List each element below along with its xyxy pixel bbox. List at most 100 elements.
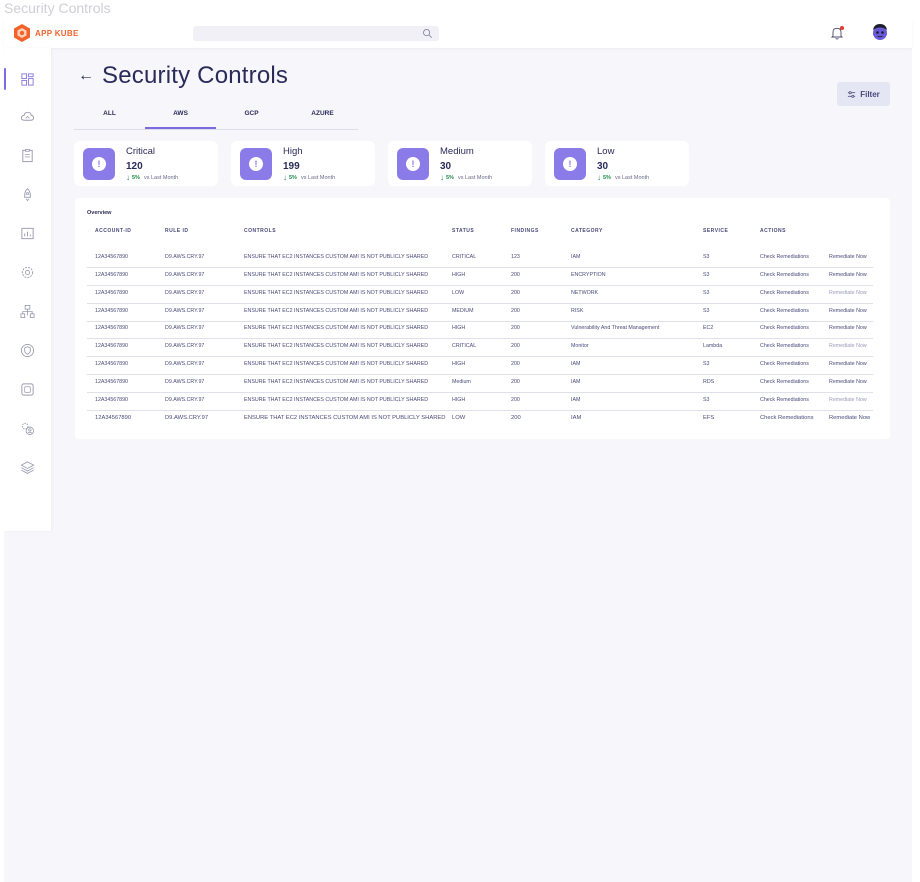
table-row[interactable]: 12A34567890 D9.AWS.CRY.97 ENSURE THAT EC…	[87, 321, 873, 339]
stat-value: 30	[597, 161, 609, 172]
table-row[interactable]: 12A34567890 D9.AWS.CRY.97 ENSURE THAT EC…	[87, 393, 873, 411]
service-cell: EC2	[703, 325, 714, 331]
report-icon[interactable]	[20, 226, 35, 241]
avatar[interactable]	[870, 22, 890, 42]
check-remediations-link[interactable]: Check Remediations	[760, 415, 814, 421]
control-cell: ENSURE THAT EC2 INSTANCES CUSTOM AMI IS …	[244, 343, 429, 349]
remediate-now-link[interactable]: Remediate Now	[829, 379, 867, 385]
findings-cell: 200	[511, 325, 520, 331]
account-id-cell: 12A34567890	[95, 397, 128, 403]
network-icon[interactable]	[20, 304, 35, 319]
control-cell: ENSURE THAT EC2 INSTANCES CUSTOM AMI IS …	[244, 415, 446, 421]
status-cell: HIGH	[452, 361, 466, 367]
app-logo[interactable]: APP KUBE	[12, 23, 79, 43]
control-cell: ENSURE THAT EC2 INSTANCES CUSTOM AMI IS …	[244, 325, 429, 331]
stat-card-low[interactable]: ! Low 30 ↓ 5% vs Last Month	[545, 141, 689, 186]
stat-label: High	[283, 146, 303, 157]
box-icon[interactable]	[20, 382, 35, 397]
tab-gcp[interactable]: GCP	[216, 107, 287, 129]
remediate-now-link[interactable]: Remediate Now	[829, 254, 867, 260]
alert-icon: !	[397, 148, 429, 180]
stat-label: Low	[597, 146, 615, 157]
shield-icon[interactable]	[20, 343, 35, 358]
status-cell: LOW	[452, 415, 466, 421]
findings-cell: 200	[511, 415, 521, 421]
back-arrow-icon[interactable]: ←	[78, 67, 94, 85]
table-row[interactable]: 12A34567890 D9.AWS.CRY.97 ENSURE THAT EC…	[87, 250, 873, 268]
tab-all[interactable]: ALL	[74, 107, 145, 129]
table-row[interactable]: 12A34567890 D9.AWS.CRY.97 ENSURE THAT EC…	[87, 339, 873, 357]
category-cell: IAM	[571, 361, 581, 367]
service-cell: S3	[703, 254, 710, 260]
account-id-cell: 12A34567890	[95, 361, 128, 367]
clipboard-icon[interactable]	[20, 148, 35, 163]
check-remediations-link[interactable]: Check Remediations	[760, 343, 809, 349]
rule-id-cell: D9.AWS.CRY.97	[165, 254, 205, 260]
rule-id-cell: D9.AWS.CRY.97	[165, 290, 205, 296]
account-id-cell: 12A34567890	[95, 379, 128, 385]
check-remediations-link[interactable]: Check Remediations	[760, 379, 809, 385]
control-cell: ENSURE THAT EC2 INSTANCES CUSTOM AMI IS …	[244, 290, 429, 296]
stat-card-critical[interactable]: ! Critical 120 ↓ 5% vs Last Month	[74, 141, 218, 186]
overview-title: Overview	[87, 210, 112, 216]
table-row[interactable]: 12A34567890 D9.AWS.CRY.97 ENSURE THAT EC…	[87, 268, 873, 286]
category-cell: IAM	[571, 254, 581, 260]
table-row[interactable]: 12A34567890 D9.AWS.CRY.97 ENSURE THAT EC…	[87, 304, 873, 322]
remediate-now-link[interactable]: Remediate Now	[829, 290, 867, 296]
cloud-icon[interactable]	[20, 109, 35, 124]
findings-cell: 200	[511, 361, 520, 367]
check-remediations-link[interactable]: Check Remediations	[760, 290, 809, 296]
tab-aws[interactable]: AWS	[145, 107, 216, 129]
search-input[interactable]	[193, 26, 439, 41]
users-gear-icon[interactable]	[20, 421, 35, 436]
rule-id-cell: D9.AWS.CRY.97	[165, 361, 205, 367]
rocket-icon[interactable]	[20, 187, 35, 202]
stat-trend: ↓ 5% vs Last Month	[126, 174, 179, 182]
filter-button[interactable]: Filter	[837, 82, 890, 106]
service-cell: S3	[703, 397, 710, 403]
remediate-now-link[interactable]: Remediate Now	[829, 343, 867, 349]
stat-trend: ↓ 5% vs Last Month	[283, 174, 335, 182]
rule-id-cell: D9.AWS.CRY.97	[165, 325, 205, 331]
search-icon[interactable]	[422, 28, 433, 39]
remediate-now-link[interactable]: Remediate Now	[829, 325, 867, 331]
column-header-findings[interactable]: FINDINGS	[511, 228, 539, 234]
column-header-account-id[interactable]: ACCOUNT-ID	[95, 228, 131, 234]
stat-card-high[interactable]: ! High 199 ↓ 5% vs Last Month	[231, 141, 375, 186]
column-header-actions[interactable]: ACTIONS	[760, 228, 786, 234]
remediate-now-link[interactable]: Remediate Now	[829, 361, 867, 367]
table-row[interactable]: 12A34567890 D9.AWS.CRY.97 ENSURE THAT EC…	[87, 286, 873, 304]
findings-cell: 123	[511, 254, 520, 260]
remediate-now-link[interactable]: Remediate Now	[829, 308, 867, 314]
check-remediations-link[interactable]: Check Remediations	[760, 308, 809, 314]
stat-card-medium[interactable]: ! Medium 30 ↓ 5% vs Last Month	[388, 141, 532, 186]
account-id-cell: 12A34567890	[95, 325, 128, 331]
stat-change: 5%	[446, 175, 454, 181]
check-remediations-link[interactable]: Check Remediations	[760, 361, 809, 367]
check-remediations-link[interactable]: Check Remediations	[760, 272, 809, 278]
column-header-status[interactable]: STATUS	[452, 228, 474, 234]
rule-id-cell: D9.AWS.CRY.97	[165, 415, 209, 421]
check-remediations-link[interactable]: Check Remediations	[760, 325, 809, 331]
cog-icon[interactable]	[20, 265, 35, 280]
stat-value: 120	[126, 161, 143, 172]
column-header-rule-id[interactable]: RULE ID	[165, 228, 189, 234]
check-remediations-link[interactable]: Check Remediations	[760, 254, 809, 260]
table-row[interactable]: 12A34567890 D9.AWS.CRY.97 ENSURE THAT EC…	[87, 411, 873, 429]
remediate-now-link[interactable]: Remediate Now	[829, 272, 867, 278]
layers-icon[interactable]	[20, 460, 35, 475]
tab-azure[interactable]: AZURE	[287, 107, 358, 129]
filter-icon	[848, 90, 856, 98]
dashboard-icon[interactable]	[20, 72, 35, 87]
table-row[interactable]: 12A34567890 D9.AWS.CRY.97 ENSURE THAT EC…	[87, 357, 873, 375]
column-header-controls[interactable]: CONTROLS	[244, 228, 276, 234]
table-row[interactable]: 12A34567890 D9.AWS.CRY.97 ENSURE THAT EC…	[87, 375, 873, 393]
stat-note: vs Last Month	[143, 175, 179, 181]
app-logo-text: APP KUBE	[35, 28, 79, 38]
remediate-now-link[interactable]: Remediate Now	[829, 415, 870, 421]
column-header-category[interactable]: CATEGORY	[571, 228, 603, 234]
remediate-now-link[interactable]: Remediate Now	[829, 397, 867, 403]
status-cell: Medium	[452, 379, 471, 385]
column-header-service[interactable]: SERVICE	[703, 228, 728, 234]
check-remediations-link[interactable]: Check Remediations	[760, 397, 809, 403]
